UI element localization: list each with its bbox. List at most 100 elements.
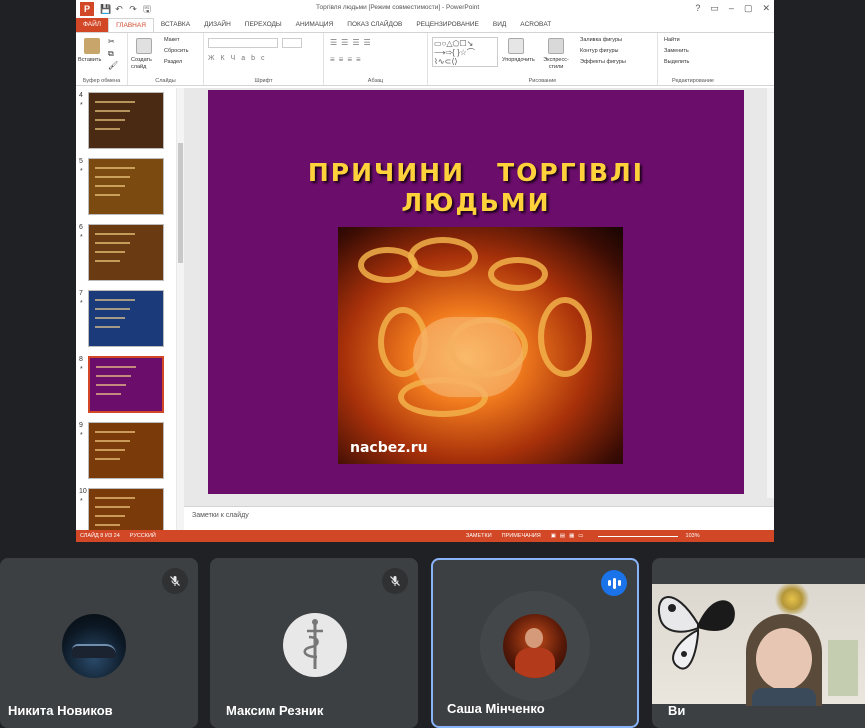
font-name-field[interactable] bbox=[208, 38, 278, 48]
tab-7[interactable]: РЕЦЕНЗИРОВАНИЕ bbox=[409, 18, 486, 32]
quick-styles-icon[interactable] bbox=[548, 38, 564, 54]
slide-thumbnail[interactable] bbox=[88, 92, 164, 149]
new-slide-button[interactable]: Создать слайд bbox=[131, 57, 161, 71]
shape-effects-button[interactable]: Эффекты фигуры bbox=[580, 59, 626, 65]
title-bar: P 💾 ↶ ↷ 🖫 Торгівля людьми [Режим совмест… bbox=[76, 0, 774, 18]
slide-thumbnail-number: 10 bbox=[79, 488, 87, 495]
arrange-button[interactable]: Упорядочить bbox=[502, 57, 535, 63]
arrange-icon[interactable] bbox=[508, 38, 524, 54]
redo-icon[interactable]: ↷ bbox=[128, 4, 138, 14]
thumbnail-text-line bbox=[95, 440, 130, 442]
font-group-label: Шрифт bbox=[254, 78, 273, 84]
participant-tile-self[interactable]: Ви bbox=[652, 558, 865, 728]
tab-5[interactable]: АНИМАЦИЯ bbox=[289, 18, 341, 32]
section-button[interactable]: Раздел bbox=[164, 59, 182, 65]
font-size-field[interactable] bbox=[282, 38, 302, 48]
find-button[interactable]: Найти bbox=[664, 37, 680, 43]
ribbon: Вставить ✂ ⧉ 🖌 Буфер обмена Создать слай… bbox=[76, 32, 774, 86]
tab-1[interactable]: ГЛАВНАЯ bbox=[108, 18, 154, 32]
participant-tile[interactable]: Никита Новиков bbox=[0, 558, 198, 728]
slide-thumbnail[interactable] bbox=[88, 422, 164, 479]
align-buttons[interactable]: ≡≡≡≡ bbox=[330, 55, 365, 64]
thumbnail-text-line bbox=[95, 506, 130, 508]
slide-thumbnail-pane[interactable]: 4 * 5 * 6 * 7 * 8 * 9 * 10 * bbox=[76, 88, 176, 530]
language-indicator[interactable]: РУССКИЙ bbox=[130, 533, 156, 539]
font-group: ЖКЧabc Шрифт bbox=[204, 33, 324, 85]
tab-8[interactable]: ВИД bbox=[486, 18, 513, 32]
help-icon[interactable]: ? bbox=[695, 3, 700, 14]
shapes-gallery[interactable]: ▭○△⬠☐↘ ⟶⇨{ }☆⌒ ⌇∿⊂⟨⟩ bbox=[432, 37, 498, 67]
thumbnail-text-line bbox=[96, 366, 136, 368]
slide-thumbnail-animation-marker: * bbox=[80, 366, 83, 373]
tab-0[interactable]: ФАЙЛ bbox=[76, 18, 109, 32]
shared-screen: P 💾 ↶ ↷ 🖫 Торгівля людьми [Режим совмест… bbox=[76, 0, 774, 542]
copy-icon[interactable]: ⧉ bbox=[108, 49, 114, 59]
thumbnail-text-line bbox=[95, 308, 130, 310]
slide-chains-image[interactable]: nacbez.ru bbox=[338, 227, 623, 464]
slide-thumbnail[interactable] bbox=[88, 224, 164, 281]
slide-thumbnail-number: 8 bbox=[79, 356, 83, 363]
thumbnail-text-line bbox=[95, 260, 120, 262]
thumbnail-text-line bbox=[95, 233, 135, 235]
notes-pane[interactable]: Заметки к слайду bbox=[184, 506, 774, 530]
tab-6[interactable]: ПОКАЗ СЛАЙДОВ bbox=[340, 18, 409, 32]
thumbnail-text-line bbox=[96, 375, 131, 377]
start-from-beginning-icon[interactable]: 🖫 bbox=[142, 4, 152, 14]
editing-group-label: Редактирование bbox=[672, 78, 714, 84]
paste-icon[interactable] bbox=[84, 38, 100, 54]
tab-2[interactable]: ВСТАВКА bbox=[154, 18, 197, 32]
thumbnail-scrollbar[interactable] bbox=[177, 88, 184, 530]
list-buttons[interactable]: ☰☰☰☰ bbox=[330, 38, 375, 47]
slide-thumbnail[interactable] bbox=[88, 158, 164, 215]
thumbnail-text-line bbox=[95, 431, 135, 433]
notes-toggle[interactable]: ЗАМЕТКИ bbox=[466, 533, 492, 539]
select-button[interactable]: Выделить bbox=[664, 59, 689, 65]
close-icon[interactable]: ✕ bbox=[762, 3, 770, 14]
thumbnail-text-line bbox=[95, 524, 120, 526]
tab-9[interactable]: ACROBAT bbox=[513, 18, 558, 32]
new-slide-icon[interactable] bbox=[136, 38, 152, 54]
slide-thumbnail-number: 4 bbox=[79, 92, 83, 99]
slide-title[interactable]: ПРИЧИНИ ТОРГІВЛІ ЛЮДЬМИ bbox=[208, 158, 744, 218]
thumbnail-text-line bbox=[95, 458, 120, 460]
thumbnail-scrollbar-thumb[interactable] bbox=[178, 143, 183, 263]
comments-toggle[interactable]: ПРИМЕЧАНИЯ bbox=[502, 533, 541, 539]
view-buttons[interactable]: ▣▤▦▭ bbox=[551, 533, 588, 539]
maximize-icon[interactable]: ▢ bbox=[744, 3, 753, 14]
thumbnail-text-line bbox=[95, 128, 120, 130]
participant-name: Ви bbox=[668, 703, 686, 718]
slide-thumbnail-selected[interactable] bbox=[88, 356, 164, 413]
shape-outline-button[interactable]: Контур фигуры bbox=[580, 48, 618, 54]
slide-thumbnail[interactable] bbox=[88, 488, 164, 530]
thumbnail-text-line bbox=[95, 101, 135, 103]
slide-thumbnail[interactable] bbox=[88, 290, 164, 347]
zoom-level[interactable]: 103% bbox=[686, 533, 700, 539]
cut-icon[interactable]: ✂ bbox=[108, 37, 115, 46]
format-painter-icon[interactable]: 🖌 bbox=[108, 61, 118, 70]
shape-fill-button[interactable]: Заливка фигуры bbox=[580, 37, 622, 43]
participant-tile-active-speaker[interactable]: Саша Мінченко bbox=[431, 558, 639, 728]
workspace: 4 * 5 * 6 * 7 * 8 * 9 * 10 * ПРИЧИНИ ТОРГІВЛІ ЛЮДЬМИ … bbox=[76, 88, 774, 530]
layout-button[interactable]: Макет bbox=[164, 37, 180, 43]
undo-icon[interactable]: ↶ bbox=[114, 4, 124, 14]
slide-thumbnail-animation-marker: * bbox=[80, 300, 83, 307]
window-title: Торгівля людьми [Режим совместимости] - … bbox=[316, 4, 480, 11]
save-icon[interactable]: 💾 bbox=[100, 4, 111, 14]
slide-scrollbar[interactable] bbox=[767, 88, 774, 498]
slide-thumbnail-animation-marker: * bbox=[80, 498, 83, 505]
minimize-icon[interactable]: – bbox=[729, 3, 734, 14]
paste-button[interactable]: Вставить bbox=[78, 57, 101, 63]
ribbon-display-icon[interactable]: ▭ bbox=[710, 3, 719, 14]
avatar bbox=[62, 614, 126, 678]
font-format-buttons[interactable]: ЖКЧabc bbox=[208, 55, 271, 62]
editing-group: Найти Заменить Выделить Редактирование bbox=[658, 33, 728, 85]
participant-tile[interactable]: Максим Резник bbox=[210, 558, 418, 728]
quick-styles-button[interactable]: Экспресс-стили bbox=[538, 57, 574, 71]
slide-canvas[interactable]: ПРИЧИНИ ТОРГІВЛІ ЛЮДЬМИ nacbez.ru bbox=[208, 90, 744, 494]
tab-3[interactable]: ДИЗАЙН bbox=[197, 18, 238, 32]
zoom-slider[interactable] bbox=[597, 535, 678, 537]
replace-button[interactable]: Заменить bbox=[664, 48, 689, 54]
tab-4[interactable]: ПЕРЕХОДЫ bbox=[238, 18, 289, 32]
reset-button[interactable]: Сбросить bbox=[164, 48, 188, 54]
slides-group-label: Слайды bbox=[155, 78, 176, 84]
